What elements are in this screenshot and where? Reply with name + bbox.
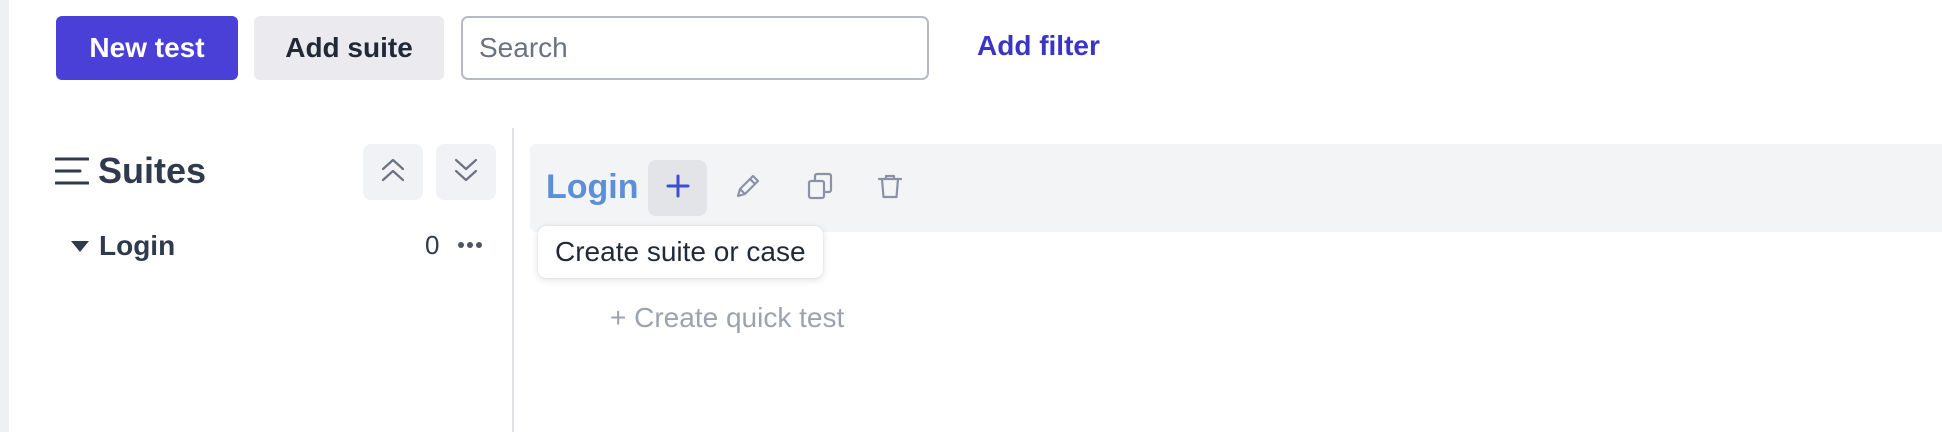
edit-suite-button[interactable]	[728, 168, 768, 208]
search-input[interactable]	[461, 16, 929, 80]
trash-icon	[875, 171, 905, 206]
caret-down-icon[interactable]	[71, 240, 89, 252]
expand-all-button[interactable]	[436, 144, 496, 200]
suites-title: Suites	[98, 150, 207, 191]
panel-divider	[512, 128, 514, 432]
pencil-icon	[733, 171, 763, 206]
create-suite-or-case-button[interactable]	[648, 160, 707, 216]
delete-suite-button[interactable]	[870, 168, 910, 208]
sidebar-item-login[interactable]: Login	[71, 230, 175, 262]
suites-header: Suites	[54, 150, 207, 192]
add-filter-link[interactable]: Add filter	[977, 30, 1100, 62]
plus-icon	[665, 173, 691, 204]
left-rail	[0, 0, 9, 432]
ellipsis-icon[interactable]	[456, 232, 484, 258]
suite-name-link[interactable]: Login	[546, 168, 639, 207]
collapse-all-button[interactable]	[363, 144, 423, 200]
new-test-button[interactable]: New test	[56, 16, 238, 80]
hamburger-menu-icon[interactable]	[54, 156, 90, 186]
copy-icon	[805, 171, 835, 206]
create-quick-test-link[interactable]: + Create quick test	[610, 302, 844, 334]
tooltip: Create suite or case	[538, 226, 823, 278]
sidebar-item-count: 0	[425, 230, 440, 260]
add-suite-button[interactable]: Add suite	[254, 16, 444, 80]
sidebar-item-label: Login	[99, 230, 176, 261]
chevrons-up-icon	[379, 156, 407, 189]
copy-suite-button[interactable]	[800, 168, 840, 208]
chevrons-down-icon	[452, 156, 480, 189]
